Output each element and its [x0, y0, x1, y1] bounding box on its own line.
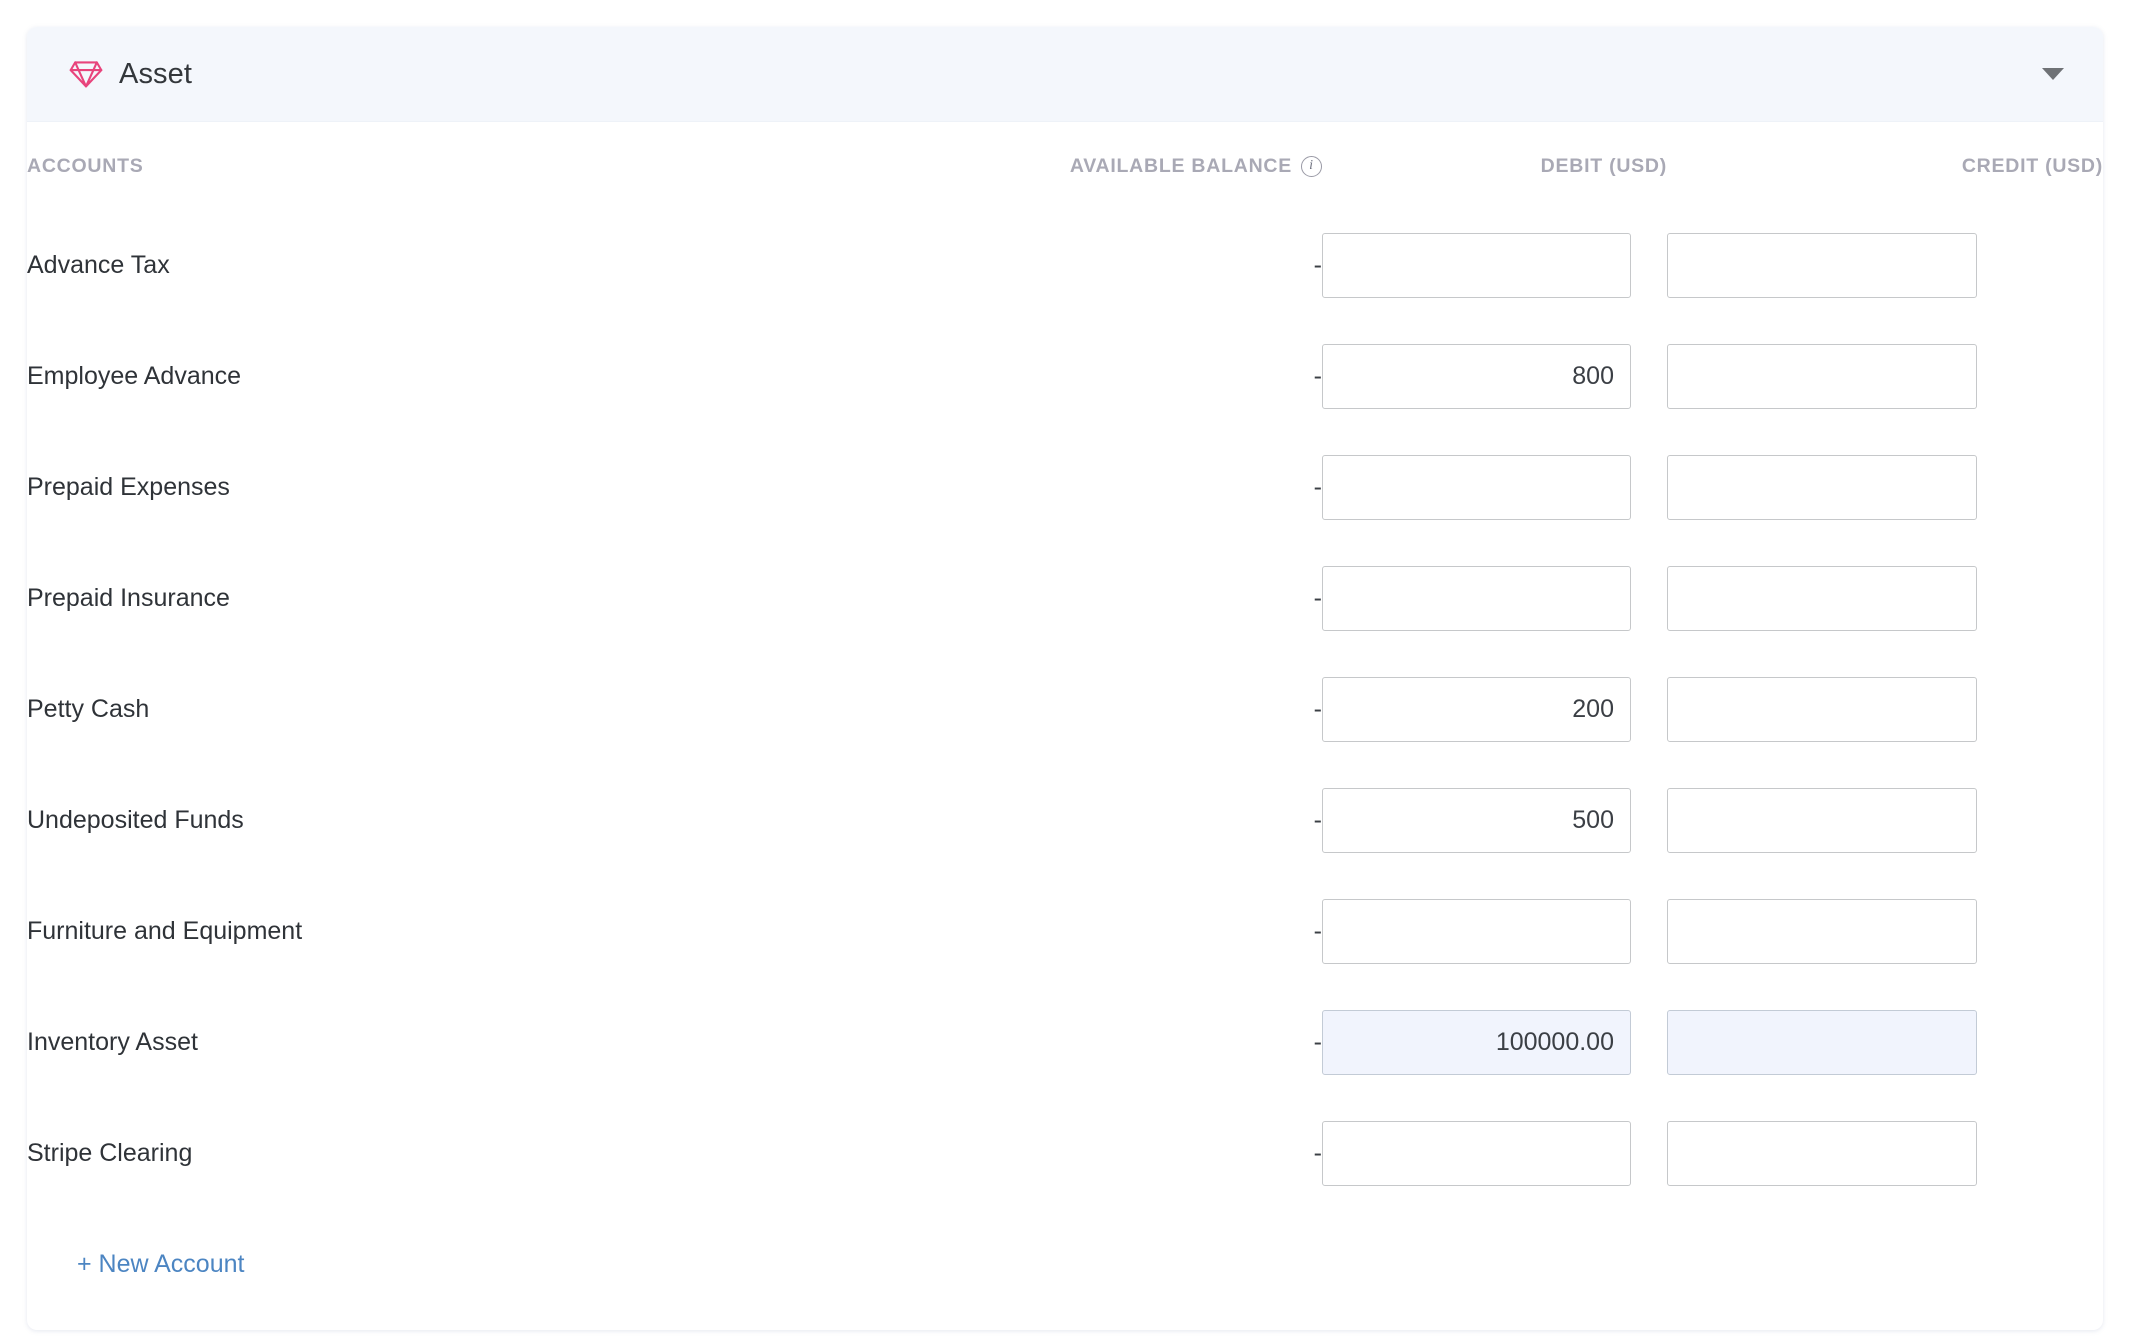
debit-input[interactable] — [1322, 899, 1631, 964]
table-header: ACCOUNTS AVAILABLE BALANCE i DEBIT (USD)… — [27, 122, 2103, 210]
available-balance-value: - — [1002, 321, 1322, 432]
account-name: Undeposited Funds — [27, 765, 1002, 876]
section-title: Asset — [119, 58, 192, 91]
gem-diamond-icon — [69, 59, 103, 89]
debit-cell — [1322, 765, 1667, 876]
available-balance-value: - — [1002, 876, 1322, 987]
table-body: Advance Tax-Employee Advance-Prepaid Exp… — [27, 210, 2103, 1320]
screen: Asset ACCOUNTS AVAILABLE BALANCE i — [0, 0, 2130, 1340]
debit-input[interactable] — [1322, 788, 1631, 853]
credit-input[interactable] — [1667, 1121, 1977, 1186]
credit-input[interactable] — [1667, 677, 1977, 742]
debit-input[interactable] — [1322, 344, 1631, 409]
column-header-available-balance-label: AVAILABLE BALANCE — [1070, 155, 1292, 178]
column-header-available-balance: AVAILABLE BALANCE i — [1002, 122, 1322, 210]
new-account-row: + New Account — [27, 1209, 2103, 1320]
credit-input[interactable] — [1667, 233, 1977, 298]
available-balance-value: - — [1002, 432, 1322, 543]
debit-cell — [1322, 876, 1667, 987]
column-header-credit: CREDIT (USD) — [1667, 122, 2103, 210]
available-balance-value: - — [1002, 210, 1322, 321]
account-name: Prepaid Expenses — [27, 432, 1002, 543]
account-name: Petty Cash — [27, 654, 1002, 765]
table-row: Employee Advance- — [27, 321, 2103, 432]
table-row: Petty Cash- — [27, 654, 2103, 765]
credit-cell — [1667, 765, 2103, 876]
debit-cell — [1322, 654, 1667, 765]
account-name: Furniture and Equipment — [27, 876, 1002, 987]
debit-cell — [1322, 210, 1667, 321]
credit-cell — [1667, 987, 2103, 1098]
asset-accounts-table: ACCOUNTS AVAILABLE BALANCE i DEBIT (USD)… — [27, 122, 2103, 1320]
debit-input[interactable] — [1322, 233, 1631, 298]
account-name: Prepaid Insurance — [27, 543, 1002, 654]
debit-input[interactable] — [1322, 455, 1631, 520]
credit-input[interactable] — [1667, 566, 1977, 631]
available-balance-value: - — [1002, 765, 1322, 876]
debit-input[interactable] — [1322, 1121, 1631, 1186]
debit-cell — [1322, 432, 1667, 543]
debit-input[interactable] — [1322, 566, 1631, 631]
credit-input[interactable] — [1667, 344, 1977, 409]
credit-cell — [1667, 654, 2103, 765]
table-row: Prepaid Insurance- — [27, 543, 2103, 654]
new-account-cell: + New Account — [27, 1209, 2103, 1320]
column-header-debit: DEBIT (USD) — [1322, 122, 1667, 210]
table-row: Prepaid Expenses- — [27, 432, 2103, 543]
account-name: Employee Advance — [27, 321, 1002, 432]
collapse-section-button[interactable] — [2033, 54, 2073, 94]
chevron-down-icon — [2042, 68, 2064, 80]
credit-cell — [1667, 210, 2103, 321]
debit-input[interactable] — [1322, 677, 1631, 742]
asset-section-card: Asset ACCOUNTS AVAILABLE BALANCE i — [27, 27, 2103, 1330]
credit-input[interactable] — [1667, 899, 1977, 964]
credit-cell — [1667, 432, 2103, 543]
debit-input[interactable] — [1322, 1010, 1631, 1075]
credit-cell — [1667, 876, 2103, 987]
available-balance-value: - — [1002, 987, 1322, 1098]
table-header-row: ACCOUNTS AVAILABLE BALANCE i DEBIT (USD)… — [27, 122, 2103, 210]
new-account-link[interactable]: + New Account — [27, 1250, 244, 1279]
debit-cell — [1322, 1098, 1667, 1209]
table-row: Stripe Clearing- — [27, 1098, 2103, 1209]
credit-input[interactable] — [1667, 455, 1977, 520]
account-name: Inventory Asset — [27, 987, 1002, 1098]
table-row: Undeposited Funds- — [27, 765, 2103, 876]
available-balance-value: - — [1002, 543, 1322, 654]
debit-cell — [1322, 987, 1667, 1098]
table-row: Furniture and Equipment- — [27, 876, 2103, 987]
debit-cell — [1322, 321, 1667, 432]
available-balance-value: - — [1002, 654, 1322, 765]
table-row: Advance Tax- — [27, 210, 2103, 321]
credit-input[interactable] — [1667, 788, 1977, 853]
debit-cell — [1322, 543, 1667, 654]
available-balance-value: - — [1002, 1098, 1322, 1209]
account-name: Advance Tax — [27, 210, 1002, 321]
credit-cell — [1667, 543, 2103, 654]
account-name: Stripe Clearing — [27, 1098, 1002, 1209]
credit-cell — [1667, 321, 2103, 432]
credit-cell — [1667, 1098, 2103, 1209]
asset-section-header[interactable]: Asset — [27, 27, 2103, 122]
table-row: Inventory Asset- — [27, 987, 2103, 1098]
credit-input[interactable] — [1667, 1010, 1977, 1075]
info-icon[interactable]: i — [1301, 156, 1322, 177]
column-header-accounts: ACCOUNTS — [27, 122, 1002, 210]
